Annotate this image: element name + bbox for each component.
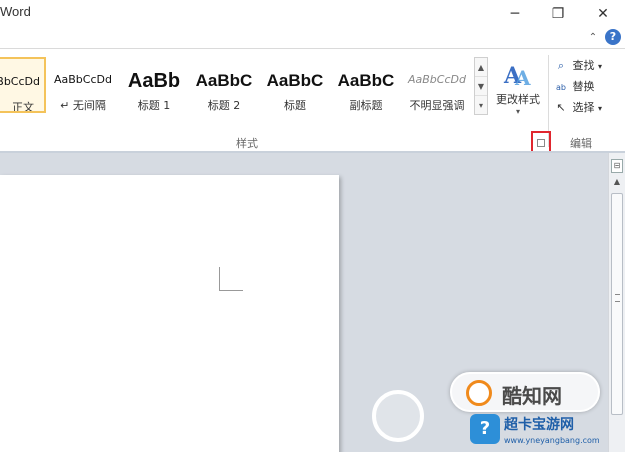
- app-title: Word: [0, 4, 31, 19]
- select-label: 选择: [572, 101, 595, 114]
- change-styles-icon: A A: [503, 63, 531, 89]
- binoculars-icon: ⌕: [557, 59, 565, 72]
- style-normal[interactable]: AaBbCcDd 正文: [0, 57, 46, 113]
- watermark-badge: 酷知网: [450, 372, 600, 412]
- style-name: 副标题: [349, 99, 383, 112]
- ribbon-minimize-icon[interactable]: ⌃: [587, 32, 599, 44]
- chevron-down-icon: ▾: [515, 107, 520, 116]
- minimize-button[interactable]: ─: [493, 0, 537, 28]
- style-preview: AaBb: [127, 70, 181, 92]
- chevron-down-icon: ▾: [598, 62, 603, 71]
- gallery-more-button[interactable]: ▾: [475, 96, 487, 115]
- style-name: 标题: [284, 99, 306, 112]
- scroll-thumb[interactable]: [611, 193, 623, 415]
- style-no-spacing[interactable]: AaBbCcDd ↵ 无间隔: [49, 57, 117, 113]
- document-page[interactable]: [0, 175, 339, 452]
- style-subtle-emphasis[interactable]: AaBbCcDd 不明显强调: [403, 57, 471, 113]
- vertical-scrollbar[interactable]: ⊟ ▲: [608, 153, 625, 452]
- editing-group-label: 编辑: [570, 137, 592, 150]
- dialog-launcher-icon: [537, 139, 545, 147]
- style-name: ↵ 无间隔: [60, 99, 106, 112]
- ribbon: AaBbCcDd 正文 AaBbCcDd ↵ 无间隔 AaBb 标题 1 AaB…: [0, 48, 625, 153]
- svg-text:A: A: [514, 66, 531, 89]
- grip-icon: [615, 294, 620, 302]
- ruler-toggle-icon[interactable]: ⊟: [611, 159, 623, 173]
- gallery-scroll-up-button[interactable]: ▲: [475, 58, 487, 77]
- cursor-icon: ↖: [556, 101, 566, 114]
- replace-icon: ab: [556, 83, 566, 92]
- style-preview: AaBbCcDd: [0, 75, 40, 88]
- styles-dialog-launcher[interactable]: [531, 131, 551, 153]
- editing-group: ⌕ 查找 ▾ ab 替换 ↖ 选择 ▾: [553, 55, 625, 125]
- style-preview: AaBbCcDd: [54, 73, 112, 86]
- gallery-scroll-down-button[interactable]: ▼: [475, 77, 487, 96]
- style-preview: AaBbC: [266, 71, 324, 90]
- style-name: 标题 2: [207, 99, 241, 112]
- replace-button[interactable]: ab 替换: [553, 76, 625, 97]
- select-button[interactable]: ↖ 选择 ▾: [553, 97, 625, 118]
- style-name: 不明显强调: [409, 99, 465, 112]
- style-heading-2[interactable]: AaBbC 标题 2: [190, 57, 258, 113]
- change-styles-button[interactable]: A A 更改样式 ▾: [490, 55, 546, 125]
- chevron-down-icon: ▾: [598, 104, 603, 113]
- style-title[interactable]: AaBbC 标题: [261, 57, 329, 113]
- help-icon[interactable]: ?: [605, 29, 621, 45]
- replace-label: 替换: [572, 80, 595, 93]
- style-preview: AaBbC: [195, 71, 253, 90]
- restore-button[interactable]: ❐: [536, 0, 580, 28]
- close-button[interactable]: ✕: [581, 0, 625, 28]
- find-button[interactable]: ⌕ 查找 ▾: [553, 55, 625, 76]
- title-bar: Word ─ ❐ ✕: [0, 0, 625, 28]
- style-preview: AaBbCcDd: [408, 73, 466, 86]
- find-label: 查找: [572, 59, 595, 72]
- watermark-swirl-logo: [372, 390, 424, 442]
- styles-gallery: AaBbCcDd 正文 AaBbCcDd ↵ 无间隔 AaBb 标题 1 AaB…: [0, 55, 474, 115]
- site-logo-icon: ?: [470, 414, 500, 444]
- style-name: 标题 1: [137, 99, 171, 112]
- styles-group-label: 样式: [236, 137, 258, 150]
- margin-corner-mark: [219, 267, 243, 291]
- site-title: 超卡宝游网: [504, 417, 574, 433]
- style-name: 正文: [12, 101, 34, 113]
- watermark-logo-icon: [466, 380, 492, 406]
- gallery-scrollbar: ▲ ▼ ▾: [474, 57, 488, 115]
- watermark-text: 酷知网: [502, 384, 562, 408]
- style-subtitle[interactable]: AaBbC 副标题: [332, 57, 400, 113]
- style-preview: AaBbC: [337, 71, 395, 90]
- style-heading-1[interactable]: AaBb 标题 1: [120, 57, 188, 113]
- scroll-up-button[interactable]: ▲: [611, 177, 623, 189]
- site-watermark: ? 超卡宝游网 www.yneyangbang.com: [470, 410, 625, 452]
- change-styles-label: 更改样式: [496, 93, 540, 106]
- site-url: www.yneyangbang.com: [504, 436, 600, 445]
